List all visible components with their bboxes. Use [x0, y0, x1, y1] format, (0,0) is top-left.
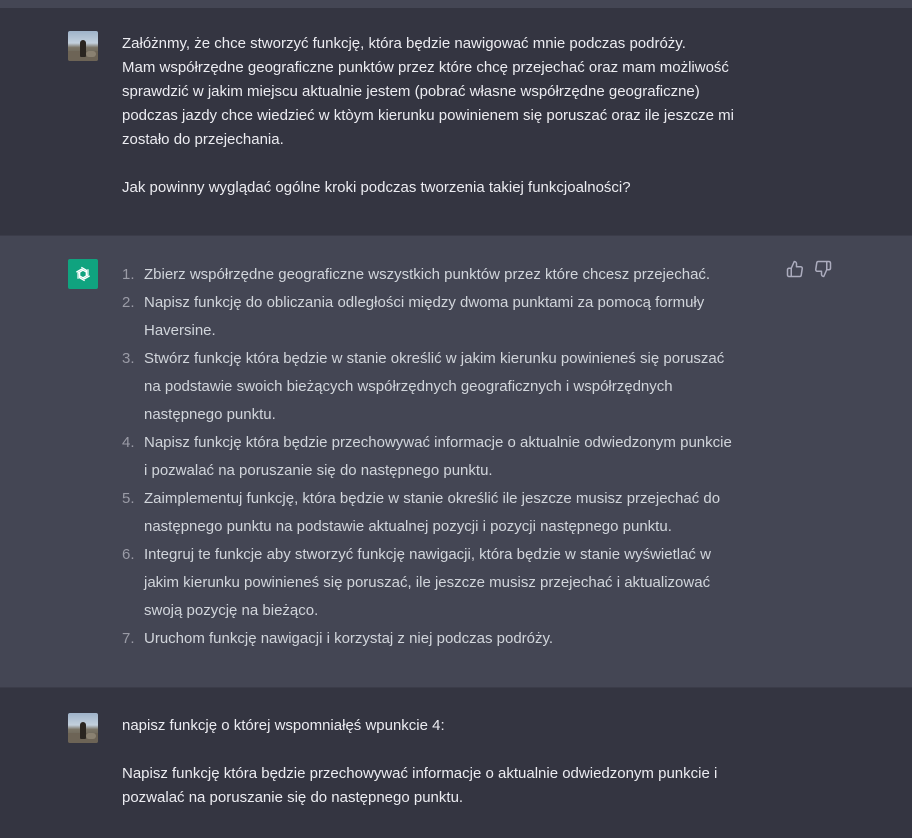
numbered-answer-list: 1. Zbierz współrzędne geograficzne wszys… [122, 261, 782, 653]
list-line: Stwórz funkcję która będzie w stanie okr… [144, 350, 725, 367]
list-number: 1. [122, 266, 135, 283]
message-line: Mam współrzędne geograficzne punktów prz… [122, 59, 729, 76]
message-line: napisz funkcję o której wspomniałęś wpun… [122, 717, 445, 734]
message-line: podczas jazdy chce wiedzieć w ktòym kier… [122, 107, 734, 124]
user-message-2: napisz funkcję o której wspomniałęś wpun… [0, 688, 912, 838]
openai-logo-icon [68, 259, 98, 289]
list-item: 6. Integruj te funkcje aby stworzyć funk… [122, 541, 782, 625]
list-item: 3. Stwórz funkcję która będzie w stanie … [122, 345, 782, 429]
list-line: Uruchom funkcję nawigacji i korzystaj z … [144, 630, 554, 647]
message-line: sprawdzić w jakim miejscu aktualnie jest… [122, 83, 700, 100]
list-item: 7. Uruchom funkcję nawigacji i korzystaj… [122, 625, 782, 653]
feedback-buttons [786, 260, 832, 278]
user-photo-avatar [68, 31, 98, 61]
message-line: Załóżnmy, że chce stworzyć funkcję, któr… [122, 35, 686, 52]
message-line: pozwalać na poruszanie się do następnego… [122, 789, 464, 806]
message-line: Jak powinny wyglądać ogólne kroki podcza… [122, 179, 631, 196]
message-line: Napisz funkcję która będzie przechowywać… [122, 765, 718, 782]
list-number: 6. [122, 546, 135, 563]
list-line: jakim kierunku powinieneś się poruszać, … [144, 574, 711, 591]
list-item: 1. Zbierz współrzędne geograficzne wszys… [122, 261, 782, 289]
top-strip [0, 0, 912, 8]
list-number: 3. [122, 350, 135, 367]
list-number: 7. [122, 630, 135, 647]
list-item: 2. Napisz funkcję do obliczania odległoś… [122, 289, 782, 345]
thumbs-up-icon[interactable] [786, 260, 804, 278]
list-line: na podstawie swoich bieżących współrzędn… [144, 378, 673, 395]
thumbs-down-icon[interactable] [814, 260, 832, 278]
list-line: Napisz funkcję do obliczania odległości … [144, 294, 705, 311]
list-number: 4. [122, 434, 135, 451]
list-line: następnego punktu na podstawie aktualnej… [144, 518, 672, 535]
user-message-1: Załóżnmy, że chce stworzyć funkcję, któr… [0, 8, 912, 235]
assistant-message: 1. Zbierz współrzędne geograficzne wszys… [0, 235, 912, 688]
list-item: 5. Zaimplementuj funkcję, która będzie w… [122, 485, 782, 541]
list-number: 5. [122, 490, 135, 507]
list-line: Haversine. [144, 322, 216, 339]
list-number: 2. [122, 294, 135, 311]
message-line: zostało do przejechania. [122, 131, 284, 148]
user-photo-avatar [68, 713, 98, 743]
list-line: Napisz funkcję która będzie przechowywać… [144, 434, 732, 451]
list-item: 4. Napisz funkcję która będzie przechowy… [122, 429, 782, 485]
list-line: Integruj te funkcje aby stworzyć funkcję… [144, 546, 711, 563]
list-line: i pozwalać na poruszanie się do następne… [144, 462, 493, 479]
user-message-text: napisz funkcję o której wspomniałęś wpun… [122, 714, 782, 810]
list-line: następnego punktu. [144, 406, 276, 423]
list-line: Zaimplementuj funkcję, która będzie w st… [144, 490, 721, 507]
list-line: swoją pozycję na bieżąco. [144, 602, 319, 619]
list-line: Zbierz współrzędne geograficzne wszystki… [144, 266, 711, 283]
user-message-text: Załóżnmy, że chce stworzyć funkcję, któr… [122, 32, 782, 200]
